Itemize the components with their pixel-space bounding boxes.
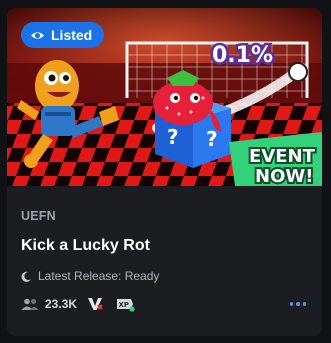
svg-text:?: ? [167,125,179,149]
svg-text:?: ? [206,127,218,151]
release-status: Latest Release: Ready [21,269,308,283]
release-status-text: Latest Release: Ready [38,269,160,283]
v-tag-icon [87,296,103,312]
svg-text:XP: XP [119,301,130,309]
more-options-button[interactable] [288,298,309,310]
xp-icon: XP [115,296,135,312]
people-icon [21,298,39,310]
more-dots-icon [289,302,293,306]
eye-icon [30,28,45,43]
moon-icon [21,271,32,282]
percent-label: 0.1% [212,43,273,68]
island-title[interactable]: Kick a Lucky Rot [21,237,308,255]
platform-label: UEFN [21,209,56,223]
event-label-line2: NOW! [255,166,313,186]
listed-badge: Listed [21,22,105,48]
island-thumbnail[interactable]: ? ? 0.1% EVENT NOW! Listed [7,8,322,186]
card-footer: 23.3K XP [21,295,308,313]
player-count: 23.3K [21,297,77,311]
listed-badge-label: Listed [51,27,93,43]
player-count-value: 23.3K [45,297,78,311]
island-card[interactable]: ? ? 0.1% EVENT NOW! Listed UEFN Kick a L… [7,8,322,336]
event-label-line1: EVENT [249,146,316,167]
